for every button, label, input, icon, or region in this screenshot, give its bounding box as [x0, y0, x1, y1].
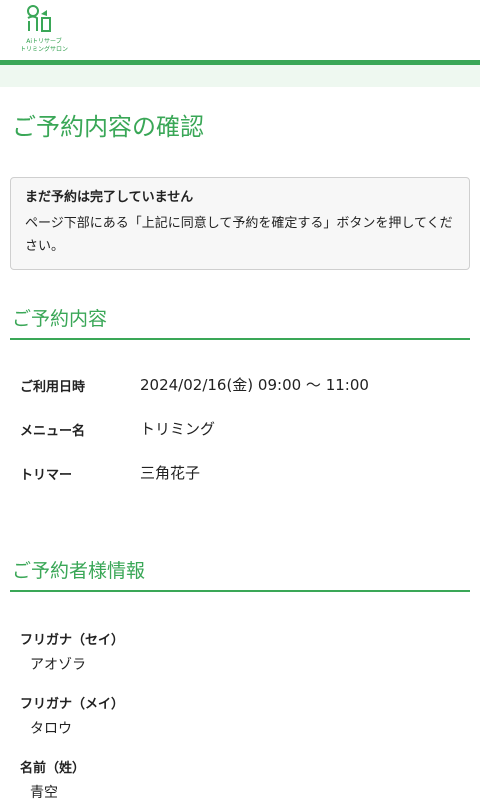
header-subbar — [0, 65, 480, 87]
notice-box: まだ予約は完了していません ページ下部にある「上記に同意して予約を確定する」ボタ… — [10, 177, 470, 270]
info-item-last-name: 名前（姓） 青空 — [20, 758, 460, 806]
detail-value: トリミング — [140, 420, 216, 438]
detail-row-trimmer: トリマー 三角花子 — [20, 462, 460, 506]
info-item-kana-mei: フリガナ（メイ） タロウ — [20, 694, 460, 742]
info-label: フリガナ（メイ） — [20, 697, 125, 712]
info-label: 名前（姓） — [20, 761, 86, 776]
detail-value: 2024/02/16(金) 09:00 〜 11:00 — [140, 376, 369, 394]
info-item-kana-sei: フリガナ（セイ） アオゾラ — [20, 630, 460, 678]
detail-row-menu: メニュー名 トリミング — [20, 418, 460, 462]
logo-line2: トリミングサロン — [19, 46, 68, 53]
info-value: 青空 — [30, 785, 58, 801]
reservation-heading: ご予約内容 — [10, 306, 470, 340]
dog-logo-icon — [27, 5, 51, 32]
reservation-details: ご利用日時 2024/02/16(金) 09:00 〜 11:00 メニュー名 … — [0, 374, 480, 506]
site-logo[interactable]: Aiトリサーブ トリミングサロン — [14, 4, 68, 54]
detail-label: トリマー — [20, 468, 73, 483]
notice-title: まだ予約は完了していません — [25, 190, 194, 205]
info-value: アオゾラ — [30, 657, 86, 673]
detail-label: ご利用日時 — [20, 380, 86, 395]
info-value: タロウ — [30, 721, 72, 737]
page-title: ご予約内容の確認 — [12, 113, 204, 141]
customer-info: フリガナ（セイ） アオゾラ フリガナ（メイ） タロウ 名前（姓） 青空 — [0, 630, 480, 806]
info-label: フリガナ（セイ） — [20, 633, 125, 648]
detail-row-datetime: ご利用日時 2024/02/16(金) 09:00 〜 11:00 — [20, 374, 460, 418]
detail-value: 三角花子 — [140, 464, 201, 482]
customer-heading: ご予約者様情報 — [10, 558, 470, 592]
notice-body: ページ下部にある「上記に同意して予約を確定する」ボタンを押してください。 — [25, 216, 453, 254]
site-header: Aiトリサーブ トリミングサロン — [0, 0, 480, 60]
detail-label: メニュー名 — [20, 424, 86, 439]
